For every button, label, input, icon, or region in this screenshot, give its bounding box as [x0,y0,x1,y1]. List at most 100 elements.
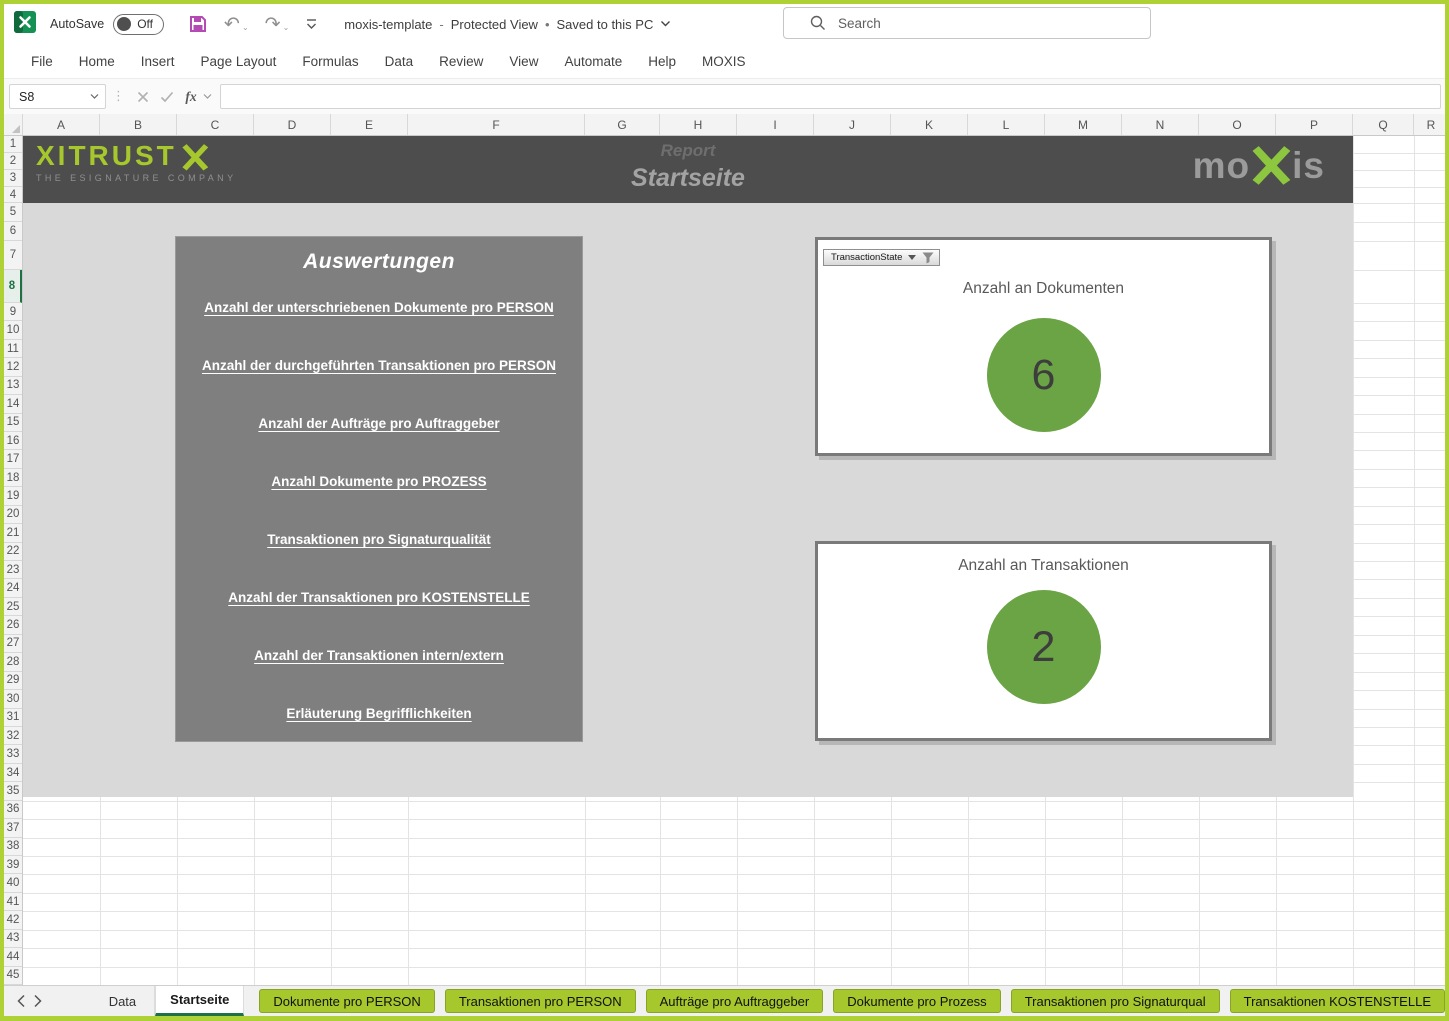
sheet-tab-dokumente-pro-person[interactable]: Dokumente pro PERSON [259,989,434,1013]
row-header-24[interactable]: 24 [4,579,22,597]
row-header-41[interactable]: 41 [4,893,22,911]
sheet-tab-dokumente-pro-prozess[interactable]: Dokumente pro Prozess [833,989,1000,1013]
column-header-d[interactable]: D [254,114,331,135]
panel-link-anzahl-der-durchgeführten-transaktionen-pro-person[interactable]: Anzahl der durchgeführten Transaktionen … [202,358,556,373]
ribbon-tab-page-layout[interactable]: Page Layout [188,44,290,78]
column-header-l[interactable]: L [968,114,1045,135]
column-header-q[interactable]: Q [1353,114,1414,135]
search-box[interactable] [783,7,1151,39]
redo-button[interactable]: ↷ ⌄ [265,15,290,34]
row-header-34[interactable]: 34 [4,764,22,782]
ribbon-tab-automate[interactable]: Automate [551,44,635,78]
ribbon-tab-file[interactable]: File [18,44,66,78]
next-sheet-button[interactable] [29,986,46,1016]
column-header-o[interactable]: O [1199,114,1276,135]
row-header-30[interactable]: 30 [4,690,22,708]
row-header-27[interactable]: 27 [4,635,22,653]
sheet-tab-startseite[interactable]: Startseite [155,986,244,1016]
column-header-c[interactable]: C [177,114,254,135]
row-header-4[interactable]: 4 [4,187,22,203]
row-header-9[interactable]: 9 [4,303,22,321]
row-header-11[interactable]: 11 [4,340,22,358]
row-header-35[interactable]: 35 [4,782,22,800]
panel-link-anzahl-der-transaktionen-pro-kostenstelle[interactable]: Anzahl der Transaktionen pro KOSTENSTELL… [228,590,530,605]
ribbon-tab-help[interactable]: Help [635,44,689,78]
insert-function-button[interactable]: fx [179,84,203,109]
column-header-k[interactable]: K [891,114,968,135]
ribbon-tab-insert[interactable]: Insert [128,44,188,78]
row-header-36[interactable]: 36 [4,801,22,819]
row-header-5[interactable]: 5 [4,203,22,222]
panel-link-anzahl-der-aufträge-pro-auftraggeber[interactable]: Anzahl der Aufträge pro Auftraggeber [258,416,499,431]
row-header-28[interactable]: 28 [4,653,22,671]
sheet-tab-aufträge-pro-auftraggeber[interactable]: Aufträge pro Auftraggeber [646,989,824,1013]
select-all-corner[interactable] [4,114,23,135]
row-header-20[interactable]: 20 [4,506,22,524]
row-header-42[interactable]: 42 [4,911,22,929]
row-header-16[interactable]: 16 [4,432,22,450]
column-header-r[interactable]: R [1414,114,1449,135]
customize-quick-access-button[interactable] [305,18,318,30]
column-header-h[interactable]: H [660,114,737,135]
row-header-38[interactable]: 38 [4,838,22,856]
row-header-25[interactable]: 25 [4,598,22,616]
ribbon-tab-home[interactable]: Home [66,44,128,78]
row-header-22[interactable]: 22 [4,543,22,561]
row-header-6[interactable]: 6 [4,222,22,241]
sheet-tab-transaktionen-kostenstelle[interactable]: Transaktionen KOSTENSTELLE [1230,989,1445,1013]
column-header-i[interactable]: I [737,114,814,135]
column-header-p[interactable]: P [1276,114,1353,135]
column-header-f[interactable]: F [408,114,585,135]
sheet-tab-data[interactable]: Data [91,986,155,1016]
row-header-45[interactable]: 45 [4,967,22,985]
row-header-31[interactable]: 31 [4,709,22,727]
row-header-40[interactable]: 40 [4,874,22,892]
doc-title-dropdown-icon[interactable] [660,20,671,28]
formula-input[interactable] [220,84,1441,109]
row-header-14[interactable]: 14 [4,395,22,413]
autosave-toggle[interactable]: Off [113,14,164,35]
column-header-e[interactable]: E [331,114,408,135]
row-header-44[interactable]: 44 [4,948,22,966]
row-header-23[interactable]: 23 [4,561,22,579]
row-header-33[interactable]: 33 [4,745,22,763]
row-header-43[interactable]: 43 [4,930,22,948]
undo-button[interactable]: ↶ ⌄ [224,15,249,34]
ribbon-tab-formulas[interactable]: Formulas [289,44,371,78]
column-header-g[interactable]: G [585,114,660,135]
column-header-j[interactable]: J [814,114,891,135]
row-header-17[interactable]: 17 [4,450,22,468]
row-header-18[interactable]: 18 [4,469,22,487]
row-header-29[interactable]: 29 [4,672,22,690]
panel-link-transaktionen-pro-signaturqualität[interactable]: Transaktionen pro Signaturqualität [267,532,491,547]
cancel-button[interactable] [131,84,155,109]
ribbon-tab-data[interactable]: Data [372,44,427,78]
sheet-tab-transaktionen-pro-signaturqual[interactable]: Transaktionen pro Signaturqual [1011,989,1220,1013]
ribbon-tab-moxis[interactable]: MOXIS [689,44,759,78]
row-header-12[interactable]: 12 [4,358,22,376]
row-header-7[interactable]: 7 [4,241,22,270]
ribbon-tab-review[interactable]: Review [426,44,496,78]
row-header-2[interactable]: 2 [4,153,22,170]
panel-link-anzahl-dokumente-pro-prozess[interactable]: Anzahl Dokumente pro PROZESS [271,474,486,489]
row-header-10[interactable]: 10 [4,321,22,339]
row-header-39[interactable]: 39 [4,856,22,874]
save-button[interactable] [188,14,208,34]
panel-link-anzahl-der-transaktionen-intern-extern[interactable]: Anzahl der Transaktionen intern/extern [254,648,504,663]
sheet-tab-transaktionen-pro-person[interactable]: Transaktionen pro PERSON [445,989,636,1013]
transactionstate-filter-button[interactable]: TransactionState [823,249,940,266]
row-header-26[interactable]: 26 [4,616,22,634]
column-header-a[interactable]: A [23,114,100,135]
row-header-21[interactable]: 21 [4,524,22,542]
row-header-15[interactable]: 15 [4,414,22,432]
row-header-13[interactable]: 13 [4,377,22,395]
search-input[interactable] [838,16,1098,31]
sheet-canvas[interactable]: XITRUST THE ESIGNATURE COMPANY Report St… [23,136,1449,985]
panel-link-erläuterung-begrifflichkeiten[interactable]: Erläuterung Begrifflichkeiten [286,706,471,721]
enter-button[interactable] [155,84,179,109]
row-header-32[interactable]: 32 [4,727,22,745]
panel-link-anzahl-der-unterschriebenen-dokumente-pro-person[interactable]: Anzahl der unterschriebenen Dokumente pr… [204,300,554,315]
ribbon-tab-view[interactable]: View [496,44,551,78]
column-header-m[interactable]: M [1045,114,1122,135]
column-header-n[interactable]: N [1122,114,1199,135]
